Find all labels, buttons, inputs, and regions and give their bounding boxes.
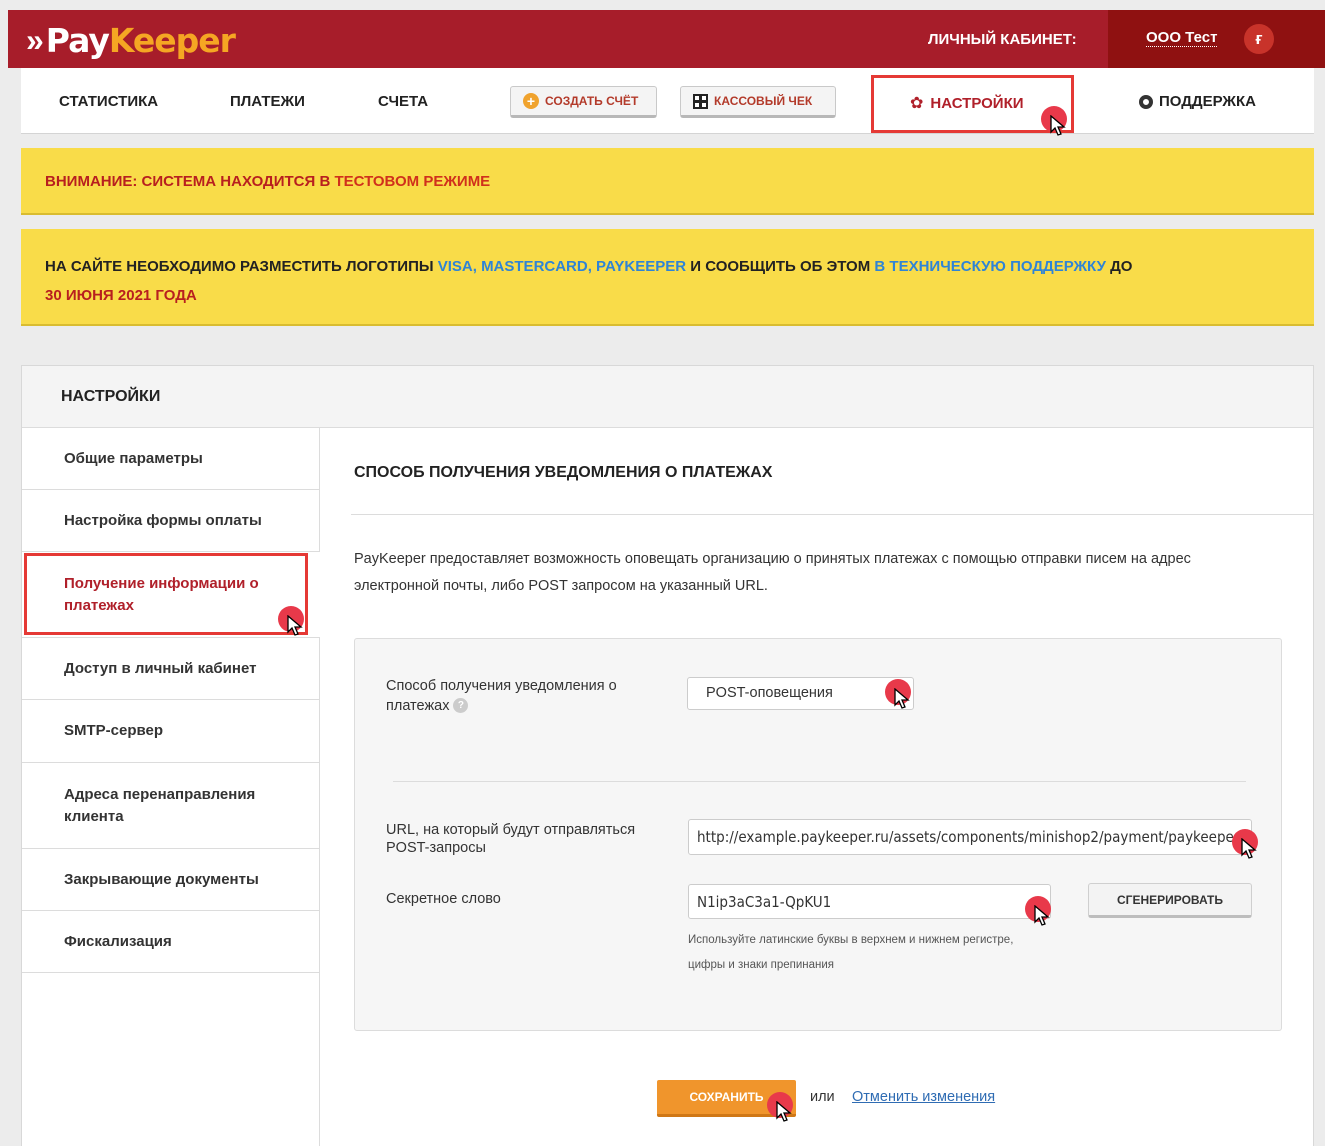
cursor-marker <box>767 1092 797 1132</box>
help-icon[interactable]: ? <box>453 698 469 713</box>
notify-method-label: Способ получения уведомления о платежах … <box>386 676 656 716</box>
cursor-marker <box>278 606 308 646</box>
test-mode-alert: ВНИМАНИЕ: СИСТЕМА НАХОДИТСЯ В ТЕСТОВОМ Р… <box>21 148 1314 215</box>
sidebar-item-label: SMTP-сервер <box>64 722 164 739</box>
logos-text-1: НА САЙТЕ НЕОБХОДИМО РАЗМЕСТИТЬ ЛОГОТИПЫ <box>45 258 434 275</box>
cash-receipt-label: КАССОВЫЙ ЧЕК <box>714 94 813 108</box>
section-title: СПОСОБ ПОЛУЧЕНИЯ УВЕДОМЛЕНИЯ О ПЛАТЕЖАХ <box>354 464 773 481</box>
logos-text-2: И СООБЩИТЬ ОБ ЭТОМ <box>690 258 871 275</box>
gear-icon: ✿ <box>910 95 924 112</box>
logos-alert: НА САЙТЕ НЕОБХОДИМО РАЗМЕСТИТЬ ЛОГОТИПЫ … <box>21 229 1314 326</box>
generate-button[interactable]: СГЕНЕРИРОВАТЬ <box>1088 883 1252 918</box>
or-text: или <box>810 1089 835 1105</box>
paykeeper-logo[interactable]: » PayKeeper <box>26 20 236 60</box>
deadline-text: 30 ИЮНЯ 2021 ГОДА <box>45 287 197 304</box>
cabinet-label: ЛИЧНЫЙ КАБИНЕТ: <box>928 31 1077 48</box>
logos-link[interactable]: VISA, MASTERCARD, PAYKEEPER <box>438 258 686 275</box>
cash-receipt-button[interactable]: КАССОВЫЙ ЧЕК <box>680 86 836 118</box>
sidebar-item-smtp[interactable]: SMTP-сервер <box>22 700 320 763</box>
nav-invoices[interactable]: СЧЕТА <box>378 93 428 110</box>
url-label: URL, на который будут отправляться POST-… <box>386 822 636 856</box>
cursor-arrow-icon <box>1241 838 1257 859</box>
create-invoice-button[interactable]: + СОЗДАТЬ СЧЁТ <box>510 86 657 118</box>
user-icon[interactable]: ғ <box>1244 24 1274 54</box>
logo-chevrons: » <box>26 22 44 58</box>
nav-payments[interactable]: ПЛАТЕЖИ <box>230 93 305 110</box>
support-link[interactable]: В ТЕХНИЧЕСКУЮ ПОДДЕРЖКУ <box>874 258 1106 275</box>
sidebar-item-payment-form[interactable]: Настройка формы оплаты <box>22 490 320 552</box>
sidebar-item-fiscalization[interactable]: Фискализация <box>22 911 320 973</box>
sidebar-item-label: Фискализация <box>64 932 172 950</box>
cursor-marker <box>1232 829 1262 869</box>
nav-settings[interactable]: ✿ НАСТРОЙКИ <box>910 93 1024 113</box>
sidebar-highlight-frame <box>24 553 308 635</box>
secret-word-input[interactable]: N1ip3aC3a1-QpKU1 <box>688 884 1051 919</box>
top-header: » PayKeeper ЛИЧНЫЙ КАБИНЕТ: ООО Тест ғ <box>8 10 1325 68</box>
settings-sidebar: Общие параметры Настройка формы оплаты П… <box>22 428 320 1146</box>
plus-icon: + <box>523 93 539 109</box>
cursor-arrow-icon <box>1050 115 1066 136</box>
section-description: PayKeeper предоставляет возможность опов… <box>354 551 1191 594</box>
account-box[interactable]: ООО Тест ғ <box>1108 10 1325 68</box>
sidebar-item-label: Настройка формы оплаты <box>64 511 262 529</box>
create-invoice-label: СОЗДАТЬ СЧЁТ <box>545 94 639 108</box>
divider <box>351 514 1313 515</box>
sidebar-item-label: Доступ в личный кабинет <box>64 659 257 677</box>
nav-support[interactable]: ПОДДЕРЖКА <box>1139 93 1256 110</box>
cursor-arrow-icon <box>894 688 910 709</box>
cursor-marker <box>885 679 915 719</box>
qr-code-icon <box>693 93 708 109</box>
test-mode-highlight: ТЕСТОВОМ РЕЖИМЕ <box>334 173 491 190</box>
nav-support-label: ПОДДЕРЖКА <box>1159 93 1256 110</box>
sidebar-item-redirects[interactable]: Адреса перенаправления клиента <box>22 763 320 849</box>
form-divider <box>393 781 1246 782</box>
logos-text-3: ДО <box>1110 258 1133 275</box>
settings-panel: НАСТРОЙКИ Общие параметры Настройка форм… <box>21 365 1314 1146</box>
main-nav: СТАТИСТИКА ПЛАТЕЖИ СЧЕТА + СОЗДАТЬ СЧЁТ … <box>21 68 1314 136</box>
cursor-marker <box>1041 106 1071 146</box>
sidebar-item-cabinet-access[interactable]: Доступ в личный кабинет <box>22 638 320 700</box>
notify-method-select[interactable]: POST-оповещения <box>687 677 914 710</box>
test-mode-prefix: ВНИМАНИЕ: СИСТЕМА НАХОДИТСЯ В <box>45 173 331 190</box>
account-name-link[interactable]: ООО Тест <box>1146 29 1218 47</box>
secret-hint: Используйте латинские буквы в верхнем и … <box>688 934 1014 971</box>
sidebar-item-label: Общие параметры <box>64 449 203 467</box>
settings-content: СПОСОБ ПОЛУЧЕНИЯ УВЕДОМЛЕНИЯ О ПЛАТЕЖАХ … <box>321 428 1313 1146</box>
nav-settings-label: НАСТРОЙКИ <box>930 94 1024 112</box>
sidebar-item-general[interactable]: Общие параметры <box>22 428 320 490</box>
logo-text: PayKeeper <box>45 20 236 60</box>
nav-stats[interactable]: СТАТИСТИКА <box>59 93 158 110</box>
cursor-arrow-icon <box>1034 905 1050 926</box>
post-url-input[interactable]: http://example.paykeeper.ru/assets/compo… <box>688 819 1252 855</box>
panel-header: НАСТРОЙКИ <box>22 366 1313 428</box>
secret-word-label: Секретное слово <box>386 891 501 907</box>
notify-method-label-text: Способ получения уведомления о платежах <box>386 678 617 714</box>
cursor-arrow-icon <box>776 1101 792 1122</box>
notification-form: Способ получения уведомления о платежах … <box>354 638 1282 1031</box>
cancel-changes-link[interactable]: Отменить изменения <box>852 1089 995 1105</box>
logo-keeper: Keeper <box>108 20 236 60</box>
sidebar-item-closing-docs[interactable]: Закрывающие документы <box>22 849 320 911</box>
sidebar-item-label: Закрывающие документы <box>64 870 259 888</box>
cursor-arrow-icon <box>287 615 303 636</box>
lifebuoy-icon <box>1139 94 1153 109</box>
panel-title: НАСТРОЙКИ <box>61 388 161 405</box>
logo-pay: Pay <box>45 20 110 60</box>
sidebar-item-label: Адреса перенаправления клиента <box>64 785 256 825</box>
